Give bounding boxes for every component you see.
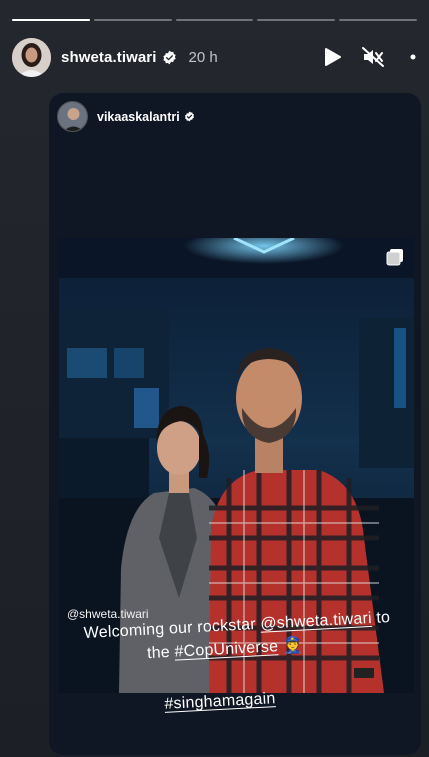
muted-speaker-icon[interactable] <box>361 45 385 69</box>
progress-fill <box>12 19 90 21</box>
avatar-image <box>12 37 51 77</box>
caption-hashtag[interactable]: #singhamagain <box>164 690 276 713</box>
police-officer-emoji: 👮 <box>282 636 304 655</box>
header-actions <box>321 45 429 69</box>
progress-segment <box>339 19 417 21</box>
original-avatar[interactable] <box>57 101 88 132</box>
caption-text: the <box>146 643 175 663</box>
progress-segment <box>93 19 172 21</box>
story-timestamp: 20 h <box>188 48 218 66</box>
mention-label[interactable]: @shweta.tiwari <box>67 607 149 621</box>
verified-badge-icon <box>184 111 195 122</box>
progress-segment <box>12 19 90 21</box>
reshared-post-card[interactable]: vikaaskalantri @shweta.tiwari Welcoming … <box>49 93 421 755</box>
story-progress-bar <box>12 19 417 21</box>
multiple-photos-icon <box>386 248 404 271</box>
story-header: shweta.tiwari 20 h <box>12 37 429 77</box>
story-username[interactable]: shweta.tiwari <box>61 49 157 66</box>
verified-badge-icon <box>162 50 177 65</box>
progress-segment <box>175 19 254 21</box>
avatar[interactable] <box>12 37 51 77</box>
play-icon[interactable] <box>321 45 345 69</box>
caption-text: to <box>371 608 391 627</box>
original-username[interactable]: vikaaskalantri <box>97 110 180 124</box>
progress-segment <box>257 19 336 21</box>
original-post-header: vikaaskalantri <box>57 101 195 132</box>
more-icon[interactable] <box>401 45 425 69</box>
original-avatar-image <box>58 102 87 131</box>
